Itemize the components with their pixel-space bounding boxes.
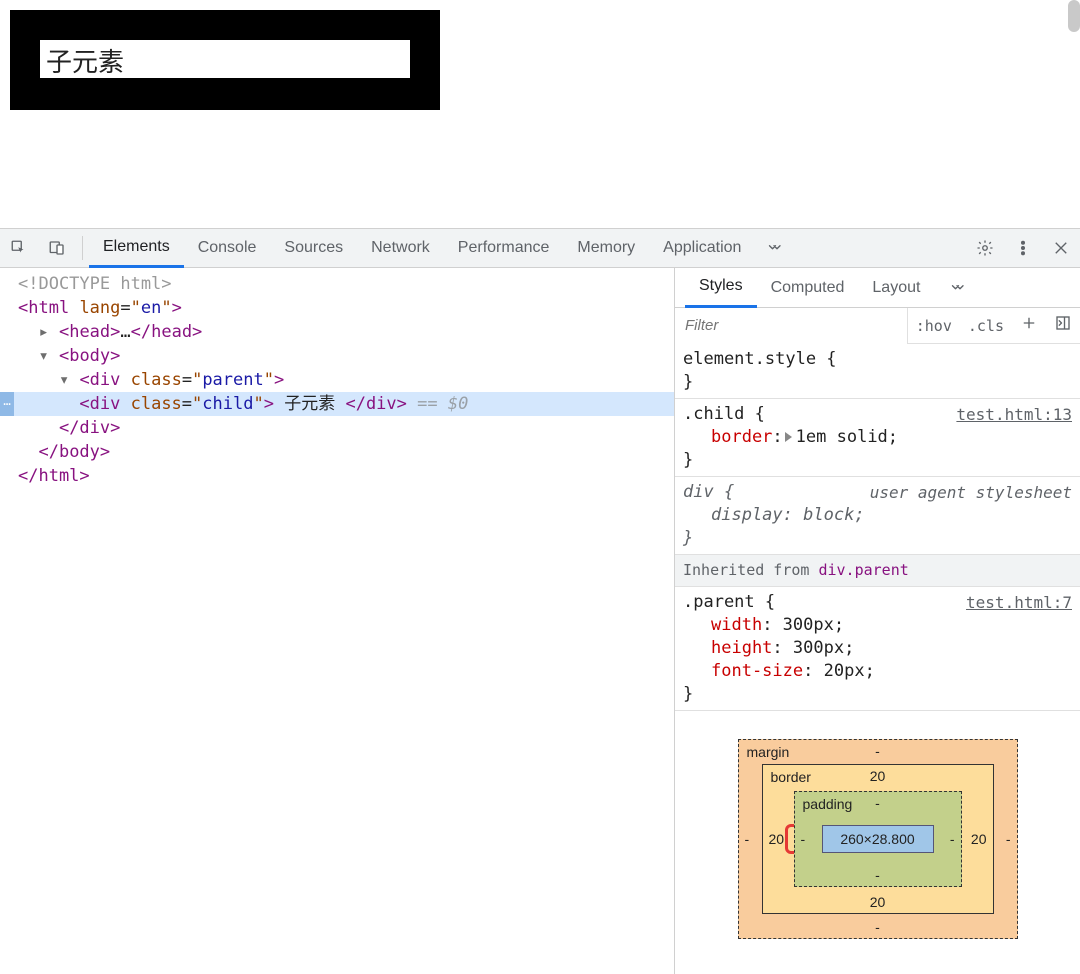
- box-model-diagram[interactable]: margin - - - - border 20 20 20 20 paddin…: [675, 711, 1080, 939]
- dom-doctype[interactable]: <!DOCTYPE html>: [0, 272, 674, 296]
- rule-source-link[interactable]: test.html:7: [966, 591, 1072, 614]
- rule-div-ua[interactable]: user agent stylesheet div { display: blo…: [675, 477, 1080, 555]
- styles-tab-computed[interactable]: Computed: [757, 268, 859, 308]
- page-viewport: 子元素: [0, 0, 1080, 228]
- box-border-label: border: [771, 769, 811, 785]
- toggle-hov-button[interactable]: :hov: [908, 317, 960, 335]
- elements-dom-tree[interactable]: <!DOCTYPE html> <html lang="en"> ▸ <head…: [0, 268, 675, 974]
- box-border-layer[interactable]: border 20 20 20 20 padding - - - - 260×2…: [762, 764, 994, 914]
- rule-parent[interactable]: test.html:7 .parent { width: 300px; heig…: [675, 587, 1080, 711]
- computed-styles-sidebar-icon[interactable]: [1046, 314, 1080, 337]
- rule-source-ua: user agent stylesheet: [870, 481, 1072, 504]
- dom-parent-close[interactable]: </div>: [0, 416, 674, 440]
- dom-html-open[interactable]: <html lang="en">: [0, 296, 674, 320]
- demo-child-div: 子元素: [40, 40, 410, 78]
- styles-tabs: Styles Computed Layout: [675, 268, 1080, 308]
- device-toolbar-icon[interactable]: [38, 228, 76, 268]
- toggle-cls-button[interactable]: .cls: [960, 317, 1012, 335]
- dom-child-div-selected[interactable]: <div class="child"> 子元素 </div> == $0: [0, 392, 674, 416]
- page-scrollbar[interactable]: [1068, 0, 1080, 32]
- styles-tab-styles[interactable]: Styles: [685, 268, 757, 308]
- dom-body-open[interactable]: ▾ <body>: [0, 344, 674, 368]
- tab-performance[interactable]: Performance: [444, 228, 564, 268]
- tab-console[interactable]: Console: [184, 228, 271, 268]
- rule-element-style[interactable]: element.style {}: [675, 344, 1080, 399]
- dom-body-close[interactable]: </body>: [0, 440, 674, 464]
- tab-application[interactable]: Application: [649, 228, 755, 268]
- tab-elements[interactable]: Elements: [89, 228, 184, 268]
- styles-filter-input[interactable]: [675, 308, 908, 344]
- styles-sidebar: Styles Computed Layout :hov .cls element…: [675, 268, 1080, 974]
- box-margin-label: margin: [747, 744, 790, 760]
- settings-icon[interactable]: [966, 228, 1004, 268]
- new-style-rule-icon[interactable]: [1012, 314, 1046, 337]
- box-content-layer[interactable]: 260×28.800: [822, 825, 934, 853]
- styles-tab-layout[interactable]: Layout: [858, 268, 934, 308]
- inherited-from-header: Inherited from div.parent: [675, 555, 1080, 587]
- dom-html-close[interactable]: </html>: [0, 464, 674, 488]
- rule-child[interactable]: test.html:13 .child { border:1em solid; …: [675, 399, 1080, 477]
- tab-network[interactable]: Network: [357, 228, 444, 268]
- more-tabs-icon[interactable]: [755, 228, 793, 268]
- tab-memory[interactable]: Memory: [563, 228, 649, 268]
- styles-filter-bar: :hov .cls: [675, 308, 1080, 344]
- style-rules: element.style {} test.html:13 .child { b…: [675, 344, 1080, 711]
- inspect-element-icon[interactable]: [0, 228, 38, 268]
- rule-source-link[interactable]: test.html:13: [956, 403, 1072, 426]
- expand-shorthand-icon[interactable]: [785, 432, 792, 442]
- demo-parent-div: 子元素: [10, 10, 440, 110]
- devtools-toolbar: Elements Console Sources Network Perform…: [0, 228, 1080, 268]
- dom-parent-div[interactable]: ▾ <div class="parent">: [0, 368, 674, 392]
- kebab-menu-icon[interactable]: [1004, 228, 1042, 268]
- toolbar-divider: [82, 236, 83, 260]
- devtools-panels: <!DOCTYPE html> <html lang="en"> ▸ <head…: [0, 268, 1080, 974]
- tab-sources[interactable]: Sources: [270, 228, 357, 268]
- dom-head[interactable]: ▸ <head>…</head>: [0, 320, 674, 344]
- box-margin-layer[interactable]: margin - - - - border 20 20 20 20 paddin…: [738, 739, 1018, 939]
- styles-more-tabs-icon[interactable]: [934, 268, 980, 308]
- box-padding-layer[interactable]: padding - - - - 260×28.800: [794, 791, 962, 887]
- close-devtools-icon[interactable]: [1042, 228, 1080, 268]
- box-padding-label: padding: [803, 796, 853, 812]
